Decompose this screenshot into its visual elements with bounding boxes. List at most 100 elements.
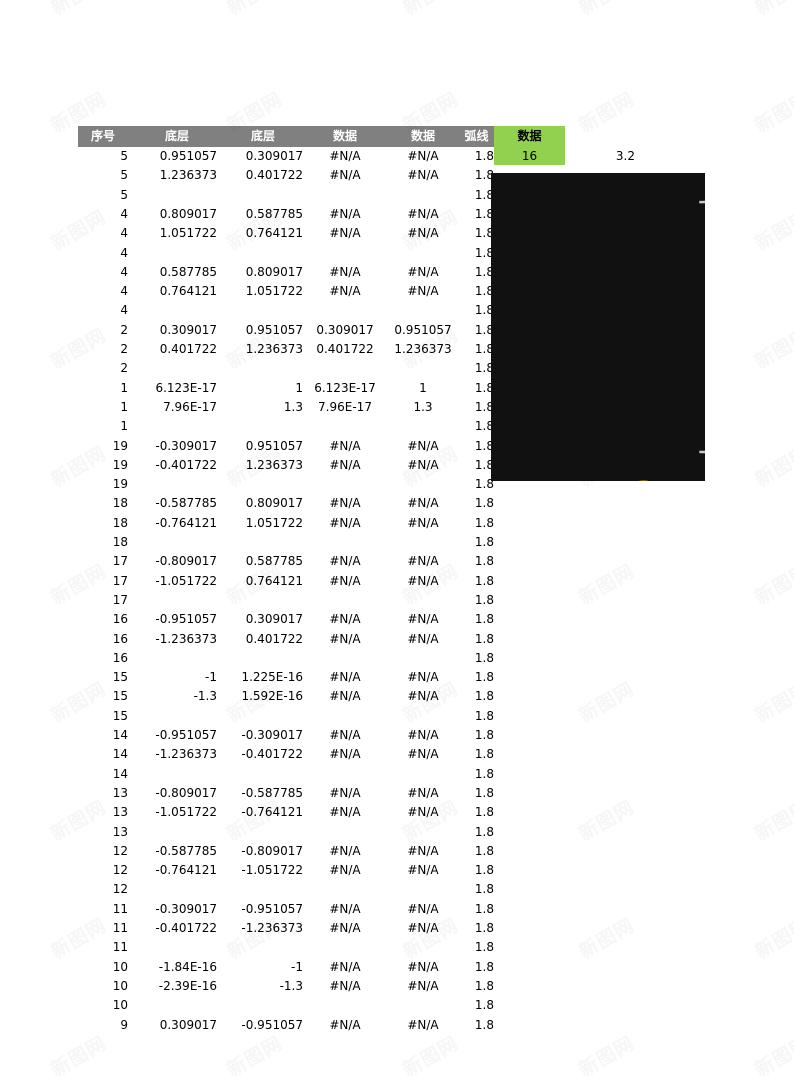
table-row[interactable]: 15 -1.3 1.592E-16 #N/A #N/A 1.8 xyxy=(78,687,494,706)
cell-base-1: 0.764121 xyxy=(159,284,217,299)
cell-base-2: -0.587785 xyxy=(241,785,303,800)
table-row[interactable]: 16 -1.236373 0.401722 #N/A #N/A 1.8 xyxy=(78,630,494,649)
cell-serial: 14 xyxy=(112,766,128,781)
cell-data-2: #N/A xyxy=(407,554,439,569)
table-row[interactable]: 10 -1.84E-16 -1 #N/A #N/A 1.8 xyxy=(78,958,494,977)
cell-arc: 1.8 xyxy=(474,264,494,279)
table-row[interactable]: 18 -0.764121 1.051722 #N/A #N/A 1.8 xyxy=(78,514,494,533)
table-row[interactable]: 19 -0.309017 0.951057 #N/A #N/A 1.8 xyxy=(78,437,494,456)
table-row[interactable]: 16 -0.951057 0.309017 #N/A #N/A 1.8 xyxy=(78,610,494,629)
cell-serial: 11 xyxy=(112,921,128,935)
cell-serial: 1 xyxy=(120,419,128,434)
table-row[interactable]: 9 0.309017 -0.951057 #N/A #N/A 1.8 xyxy=(78,1016,494,1035)
cell-base-2: 0.309017 xyxy=(245,612,303,627)
table-row[interactable]: 2 1.8 xyxy=(78,359,494,378)
cell-base-1 xyxy=(137,244,223,263)
cell-data-2: #N/A xyxy=(407,457,439,472)
cell-data-1: #N/A xyxy=(329,863,361,878)
gauge-chart-panel[interactable]: 16 xyxy=(491,173,705,481)
table-row[interactable]: 5 0.951057 0.309017 #N/A #N/A 1.8 xyxy=(78,147,494,166)
cell-arc: 1.8 xyxy=(474,882,494,897)
cell-serial: 18 xyxy=(112,535,128,549)
cell-base-2 xyxy=(223,244,309,263)
table-row[interactable]: 11 1.8 xyxy=(78,938,494,957)
cell-data-1: #N/A xyxy=(329,901,361,916)
cell-base-2: -0.309017 xyxy=(241,728,303,742)
cell-base-1: -1.236373 xyxy=(155,747,217,762)
table-row[interactable]: 17 1.8 xyxy=(78,591,494,610)
cell-data-2: #N/A xyxy=(407,728,439,742)
cell-base-2: 0.401722 xyxy=(245,631,303,646)
cell-data-2 xyxy=(387,475,459,494)
cell-data-2 xyxy=(387,533,459,552)
table-row[interactable]: 11 -0.401722 -1.236373 #N/A #N/A 1.8 xyxy=(78,919,494,938)
table-row[interactable]: 5 1.236373 0.401722 #N/A #N/A 1.8 xyxy=(78,166,494,185)
cell-base-2 xyxy=(223,301,309,320)
table-row[interactable]: 4 0.587785 0.809017 #N/A #N/A 1.8 xyxy=(78,263,494,282)
table-row[interactable]: 4 1.051722 0.764121 #N/A #N/A 1.8 xyxy=(78,224,494,243)
cell-arc: 1.8 xyxy=(474,535,494,549)
table-row[interactable]: 1 6.123E-17 1 6.123E-17 1 1.8 xyxy=(78,379,494,398)
cell-data-2: 0.951057 xyxy=(394,322,452,337)
table-row[interactable]: 18 1.8 xyxy=(78,533,494,552)
cell-base-1 xyxy=(137,533,223,552)
table-row[interactable]: 10 -2.39E-16 -1.3 #N/A #N/A 1.8 xyxy=(78,977,494,996)
cell-base-1 xyxy=(137,938,223,957)
cell-serial: 17 xyxy=(112,573,128,588)
cell-base-1: -0.587785 xyxy=(155,843,217,858)
cell-base-1 xyxy=(137,707,223,726)
table-row[interactable]: 2 0.401722 1.236373 0.401722 1.236373 1.8 xyxy=(78,340,494,359)
cell-serial: 10 xyxy=(112,978,128,993)
cell-base-1 xyxy=(137,823,223,842)
cell-serial: 17 xyxy=(112,554,128,569)
cell-base-2: 0.809017 xyxy=(245,496,303,511)
table-row[interactable]: 14 1.8 xyxy=(78,765,494,784)
table-row[interactable]: 4 1.8 xyxy=(78,301,494,320)
cell-data-1: 0.401722 xyxy=(316,342,374,356)
cell-data-1 xyxy=(309,475,381,494)
table-row[interactable]: 14 -0.951057 -0.309017 #N/A #N/A 1.8 xyxy=(78,726,494,745)
table-row[interactable]: 17 -1.051722 0.764121 #N/A #N/A 1.8 xyxy=(78,572,494,591)
table-row[interactable]: 2 0.309017 0.951057 0.309017 0.951057 1.8 xyxy=(78,321,494,340)
table-row[interactable]: 4 0.764121 1.051722 #N/A #N/A 1.8 xyxy=(78,282,494,301)
column-header-base-2: 底层 xyxy=(250,129,275,143)
table-row[interactable]: 12 1.8 xyxy=(78,880,494,899)
cell-base-1 xyxy=(137,475,223,494)
table-row[interactable]: 1 1.8 xyxy=(78,417,494,436)
cell-arc: 1.8 xyxy=(474,785,494,800)
table-row[interactable]: 12 -0.764121 -1.051722 #N/A #N/A 1.8 xyxy=(78,861,494,880)
cell-arc: 1.8 xyxy=(474,149,494,163)
cell-data-2: #N/A xyxy=(407,496,439,511)
table-row[interactable]: 13 -0.809017 -0.587785 #N/A #N/A 1.8 xyxy=(78,784,494,803)
table-row[interactable]: 13 1.8 xyxy=(78,823,494,842)
cell-data-1: #N/A xyxy=(329,496,361,511)
table-row[interactable]: 17 -0.809017 0.587785 #N/A #N/A 1.8 xyxy=(78,552,494,571)
cell-data-1: #N/A xyxy=(329,284,361,299)
table-row[interactable]: 4 0.809017 0.587785 #N/A #N/A 1.8 xyxy=(78,205,494,224)
cell-arc: 1.8 xyxy=(474,592,494,607)
table-row[interactable]: 15 1.8 xyxy=(78,707,494,726)
cell-data-2: #N/A xyxy=(407,612,439,627)
table-row[interactable]: 19 1.8 xyxy=(78,475,494,494)
cell-base-1: -0.951057 xyxy=(155,728,217,742)
table-row[interactable]: 14 -1.236373 -0.401722 #N/A #N/A 1.8 xyxy=(78,745,494,764)
table-row[interactable]: 15 -1 1.225E-16 #N/A #N/A 1.8 xyxy=(78,668,494,687)
cell-base-1: 0.951057 xyxy=(159,149,217,163)
table-row[interactable]: 10 1.8 xyxy=(78,996,494,1015)
table-row[interactable]: 4 1.8 xyxy=(78,244,494,263)
table-row[interactable]: 16 1.8 xyxy=(78,649,494,668)
table-row[interactable]: 1 7.96E-17 1.3 7.96E-17 1.3 1.8 xyxy=(78,398,494,417)
cell-data-2 xyxy=(387,707,459,726)
cell-arc: 1.8 xyxy=(474,747,494,762)
table-row[interactable]: 11 -0.309017 -0.951057 #N/A #N/A 1.8 xyxy=(78,900,494,919)
cell-data-1: #N/A xyxy=(329,612,361,627)
table-row[interactable]: 12 -0.587785 -0.809017 #N/A #N/A 1.8 xyxy=(78,842,494,861)
table-row[interactable]: 5 1.8 xyxy=(78,186,494,205)
cell-arc: 1.8 xyxy=(474,824,494,839)
table-row[interactable]: 18 -0.587785 0.809017 #N/A #N/A 1.8 xyxy=(78,494,494,513)
cell-data-1: #N/A xyxy=(329,515,361,530)
cell-arc: 1.8 xyxy=(474,380,494,395)
table-row[interactable]: 13 -1.051722 -0.764121 #N/A #N/A 1.8 xyxy=(78,803,494,822)
column-header-data-2: 数据 xyxy=(410,129,435,143)
table-row[interactable]: 19 -0.401722 1.236373 #N/A #N/A 1.8 xyxy=(78,456,494,475)
